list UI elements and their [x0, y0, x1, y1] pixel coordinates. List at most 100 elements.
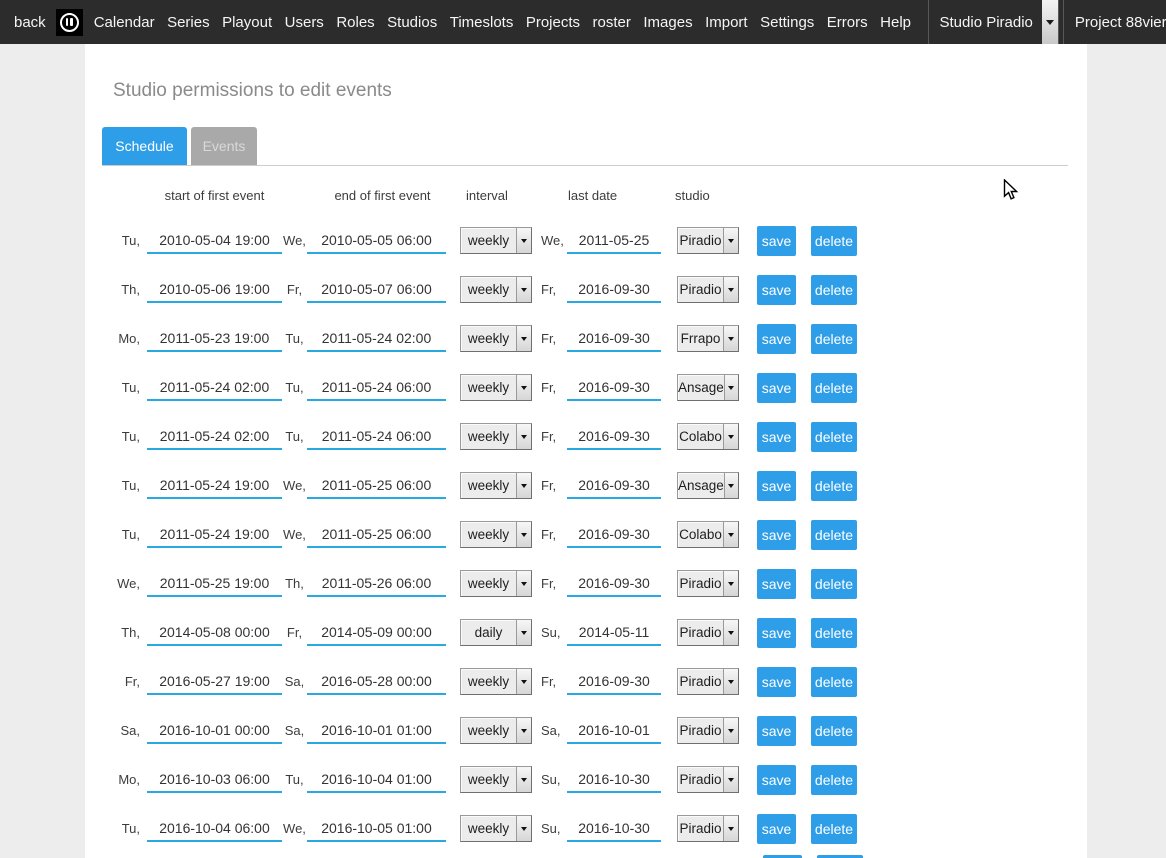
studio-select[interactable]: Ansage [677, 374, 739, 401]
end-datetime-input[interactable] [307, 473, 446, 499]
start-datetime-input[interactable] [147, 375, 282, 401]
studio-select[interactable]: Piradio [677, 717, 739, 744]
nav-item-playout[interactable]: Playout [222, 14, 272, 31]
last-date-input[interactable] [567, 375, 661, 401]
interval-select[interactable]: weekly [460, 668, 532, 695]
nav-item-errors[interactable]: Errors [827, 14, 868, 31]
last-date-input[interactable] [567, 424, 661, 450]
last-date-input[interactable] [567, 816, 661, 842]
save-button[interactable]: save [757, 373, 796, 403]
nav-item-timeslots[interactable]: Timeslots [450, 14, 514, 31]
studio-select[interactable]: Piradio [677, 619, 739, 646]
start-datetime-input[interactable] [147, 326, 282, 352]
end-datetime-input[interactable] [307, 816, 446, 842]
nav-item-roster[interactable]: roster [593, 14, 631, 31]
delete-button[interactable]: delete [811, 569, 857, 599]
interval-select[interactable]: weekly [460, 717, 532, 744]
end-datetime-input[interactable] [307, 522, 446, 548]
save-button[interactable]: save [757, 275, 796, 305]
interval-select[interactable]: weekly [460, 325, 532, 352]
nav-item-studios[interactable]: Studios [387, 14, 437, 31]
interval-select[interactable]: weekly [460, 227, 532, 254]
save-button[interactable]: save [757, 324, 796, 354]
nav-item-users[interactable]: Users [285, 14, 324, 31]
start-datetime-input[interactable] [147, 424, 282, 450]
nav-item-roles[interactable]: Roles [336, 14, 374, 31]
delete-button[interactable]: delete [811, 716, 857, 746]
studio-select[interactable]: Piradio [677, 227, 739, 254]
nav-item-projects[interactable]: Projects [526, 14, 580, 31]
last-date-input[interactable] [567, 718, 661, 744]
nav-item-import[interactable]: Import [705, 14, 748, 31]
studio-select[interactable]: Piradio [677, 668, 739, 695]
save-button[interactable]: save [757, 618, 796, 648]
tab-events[interactable]: Events [191, 127, 257, 165]
delete-button[interactable]: delete [811, 373, 857, 403]
delete-button[interactable]: delete [811, 471, 857, 501]
studio-select[interactable]: Piradio [677, 815, 739, 842]
nav-back-link[interactable]: back [14, 14, 46, 31]
nav-item-calendar[interactable]: Calendar [94, 14, 155, 31]
studio-select[interactable]: Piradio [677, 570, 739, 597]
interval-select[interactable]: weekly [460, 423, 532, 450]
start-datetime-input[interactable] [147, 669, 282, 695]
interval-select[interactable]: weekly [460, 521, 532, 548]
nav-item-settings[interactable]: Settings [760, 14, 814, 31]
save-button[interactable]: save [757, 716, 796, 746]
delete-button[interactable]: delete [811, 765, 857, 795]
studio-select[interactable]: Ansage [677, 472, 739, 499]
delete-button[interactable]: delete [811, 814, 857, 844]
start-datetime-input[interactable] [147, 473, 282, 499]
end-datetime-input[interactable] [307, 620, 446, 646]
end-datetime-input[interactable] [307, 767, 446, 793]
tab-schedule[interactable]: Schedule [102, 127, 187, 165]
radio-logo-icon[interactable] [56, 9, 83, 36]
end-datetime-input[interactable] [307, 718, 446, 744]
start-datetime-input[interactable] [147, 767, 282, 793]
project-nav-select[interactable]: Project 88vier [1063, 0, 1166, 44]
interval-select[interactable]: weekly [460, 374, 532, 401]
studio-select[interactable]: Colabo [677, 521, 739, 548]
last-date-input[interactable] [567, 326, 661, 352]
start-datetime-input[interactable] [147, 277, 282, 303]
studio-select[interactable]: Piradio [677, 766, 739, 793]
save-button[interactable]: save [757, 226, 796, 256]
last-date-input[interactable] [567, 277, 661, 303]
nav-item-images[interactable]: Images [643, 14, 692, 31]
studio-select[interactable]: Colabo [677, 423, 739, 450]
nav-item-series[interactable]: Series [167, 14, 210, 31]
studio-nav-select[interactable]: Studio Piradio [928, 0, 1059, 44]
interval-select[interactable]: daily [460, 619, 532, 646]
interval-select[interactable]: weekly [460, 815, 532, 842]
save-button[interactable]: save [757, 422, 796, 452]
last-date-input[interactable] [567, 767, 661, 793]
last-date-input[interactable] [567, 571, 661, 597]
save-button[interactable]: save [757, 520, 796, 550]
end-datetime-input[interactable] [307, 228, 446, 254]
save-button[interactable]: save [757, 667, 796, 697]
delete-button[interactable]: delete [811, 667, 857, 697]
save-button[interactable]: save [757, 814, 796, 844]
delete-button[interactable]: delete [811, 324, 857, 354]
end-datetime-input[interactable] [307, 277, 446, 303]
last-date-input[interactable] [567, 669, 661, 695]
start-datetime-input[interactable] [147, 228, 282, 254]
start-datetime-input[interactable] [147, 718, 282, 744]
last-date-input[interactable] [567, 522, 661, 548]
end-datetime-input[interactable] [307, 326, 446, 352]
delete-button[interactable]: delete [811, 226, 857, 256]
studio-select-arrow-strip[interactable] [1042, 0, 1058, 44]
interval-select[interactable]: weekly [460, 472, 532, 499]
nav-item-help[interactable]: Help [880, 14, 911, 31]
save-button[interactable]: save [757, 765, 796, 795]
end-datetime-input[interactable] [307, 571, 446, 597]
last-date-input[interactable] [567, 473, 661, 499]
save-button[interactable]: save [757, 569, 796, 599]
delete-button[interactable]: delete [811, 275, 857, 305]
end-datetime-input[interactable] [307, 375, 446, 401]
delete-button[interactable]: delete [811, 618, 857, 648]
start-datetime-input[interactable] [147, 522, 282, 548]
last-date-input[interactable] [567, 620, 661, 646]
save-button[interactable]: save [757, 471, 796, 501]
start-datetime-input[interactable] [147, 620, 282, 646]
